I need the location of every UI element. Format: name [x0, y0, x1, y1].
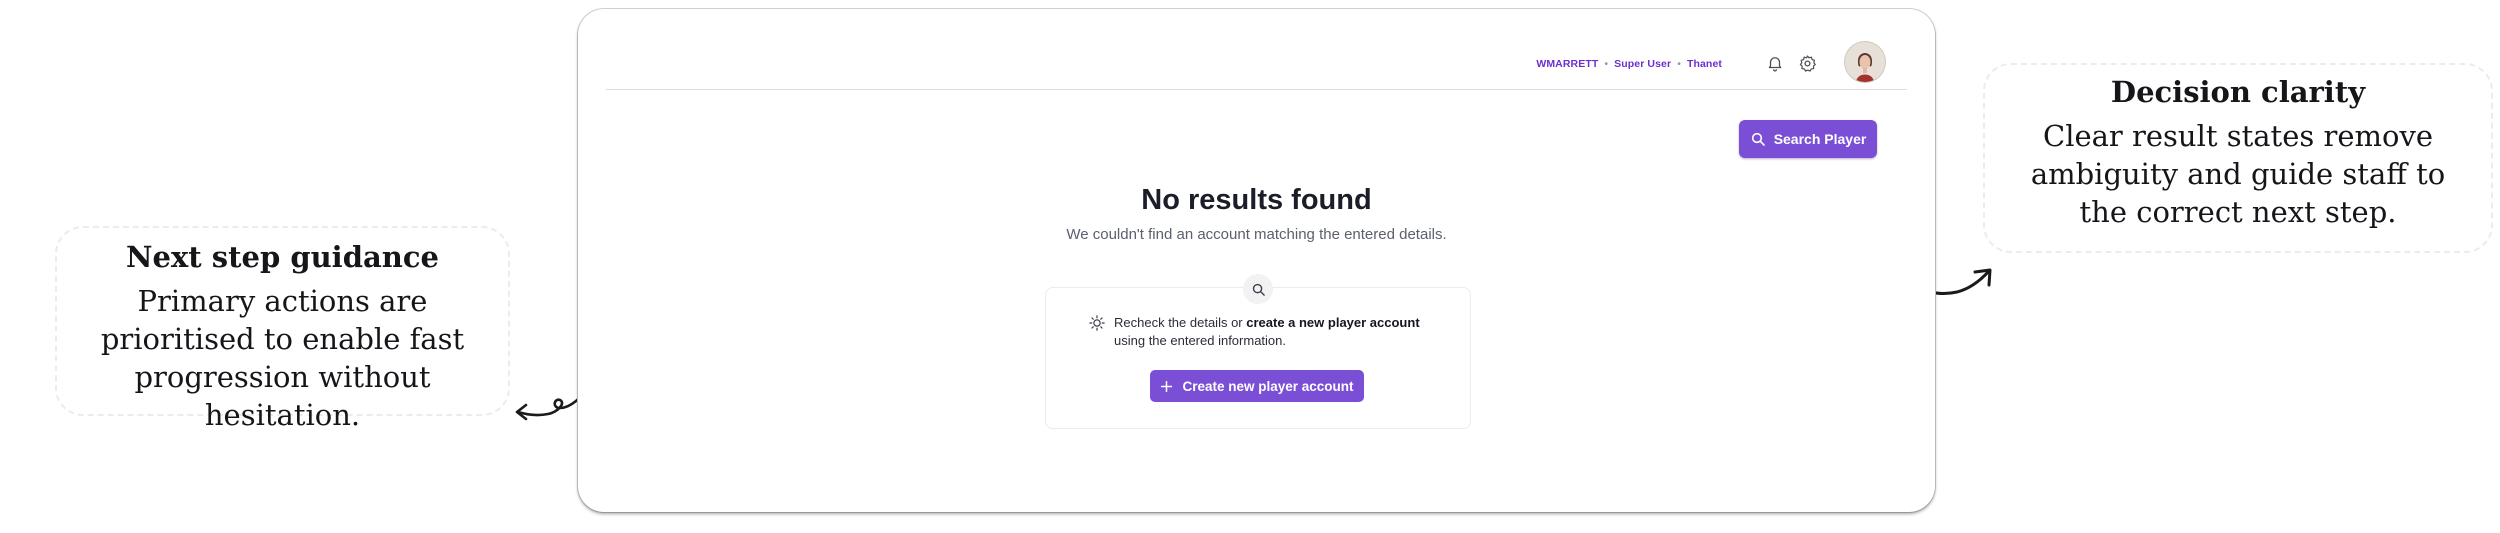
separator: •: [1604, 58, 1609, 70]
create-player-label: Create new player account: [1182, 378, 1354, 394]
search-player-button[interactable]: Search Player: [1739, 120, 1877, 158]
annotation-title: Decision clarity: [2110, 75, 2366, 109]
annotation-decision-clarity: Decision clarity Clear result states rem…: [1983, 63, 2493, 253]
app-window: WMARRETT • Super User • Thanet Search Pl…: [578, 9, 1935, 512]
create-player-button[interactable]: Create new player account: [1150, 370, 1364, 402]
user-role: Super User: [1614, 58, 1672, 70]
user-location: Thanet: [1686, 58, 1722, 70]
plus-icon: [1161, 380, 1173, 392]
top-bar: WMARRETT • Super User • Thanet: [606, 9, 1907, 90]
empty-state-card: Recheck the details or create a new play…: [1045, 274, 1471, 429]
search-icon: [1751, 132, 1765, 146]
annotation-body: Primary actions are prioritised to enabl…: [100, 284, 465, 432]
empty-state-subtitle: We couldn't find an account matching the…: [1066, 226, 1447, 243]
avatar-image: [1845, 42, 1885, 82]
tip-text: Recheck the details or create a new play…: [1114, 314, 1420, 350]
annotation-next-step: Next step guidance Primary actions are p…: [55, 226, 510, 432]
user-info: WMARRETT • Super User • Thanet: [1536, 58, 1722, 70]
empty-state-title: No results found: [1141, 184, 1372, 216]
search-icon: [1252, 283, 1265, 296]
search-player-label: Search Player: [1773, 131, 1867, 147]
annotation-title: Next step guidance: [126, 240, 439, 274]
username: WMARRETT: [1536, 58, 1599, 70]
tip-emphasis: create a new player account: [1246, 315, 1420, 330]
tip-prefix: Recheck the details or: [1114, 315, 1247, 330]
tip-row: Recheck the details or create a new play…: [1088, 314, 1420, 350]
bell-icon: [1768, 57, 1782, 72]
notifications-button[interactable]: [1763, 51, 1787, 75]
card-search-badge: [1243, 274, 1273, 304]
tip-suffix: using the entered information.: [1114, 333, 1286, 348]
annotation-body: Clear result states remove ambiguity and…: [2030, 119, 2446, 229]
settings-button[interactable]: [1795, 51, 1819, 75]
separator: •: [1677, 58, 1681, 70]
gear-icon: [1799, 54, 1816, 72]
lightbulb-icon: [1089, 315, 1105, 331]
avatar[interactable]: [1845, 42, 1885, 82]
